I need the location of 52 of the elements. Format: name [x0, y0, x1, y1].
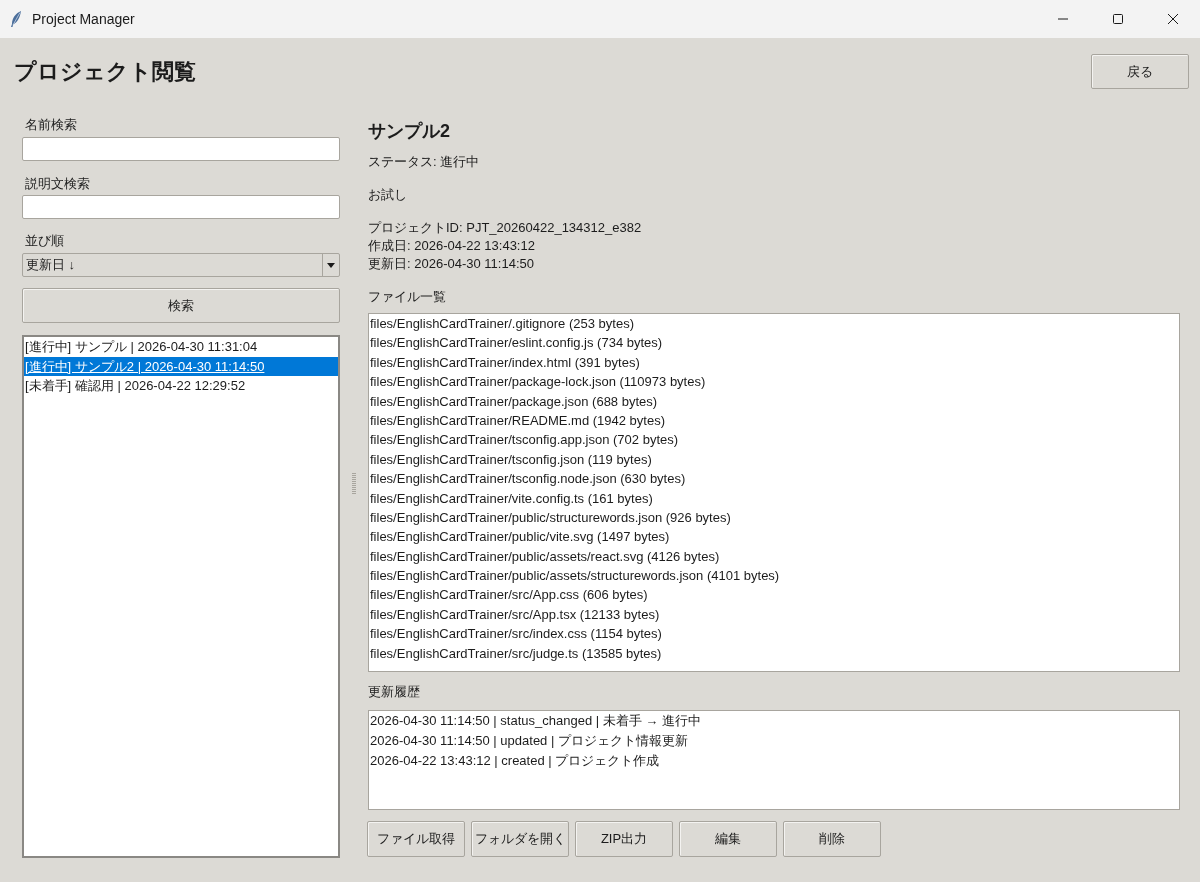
file-list-item[interactable]: files/EnglishCardTrainer/eslint.config.js (734 bytes) — [369, 333, 1179, 353]
input-field[interactable] — [22, 137, 340, 161]
grip-icon[interactable] — [352, 473, 356, 495]
file-list-item[interactable]: files/EnglishCardTrainer/public/assets/react.svg (4126 bytes) — [369, 546, 1179, 567]
file-list-item[interactable]: files/EnglishCardTrainer/vite.config.ts (161 bytes) — [369, 488, 1179, 508]
history-entry: 2026-04-22 13:43:12 | created | プロジェクト作成 — [369, 752, 661, 770]
file-list-item[interactable]: files/EnglishCardTrainer/package-lock.json (110973 bytes) — [369, 372, 1179, 392]
search-button[interactable]: 検索 — [22, 288, 340, 323]
file-list-item[interactable]: files/EnglishCardTrainer/public/structurewords.json (926 bytes) — [369, 507, 1179, 528]
action-button[interactable]: 編集 — [679, 821, 777, 857]
file-list-item[interactable]: files/EnglishCardTrainer/tsconfig.app.json (702 bytes) — [369, 430, 1179, 450]
file-list-item[interactable]: files/EnglishCardTrainer/src/judge.ts (13585 bytes) — [369, 643, 1179, 664]
section-label: 更新履歴 — [368, 683, 421, 701]
meta-text: プロジェクトID: PJT_20260422_134312_e382 — [368, 219, 643, 237]
project-list-item[interactable]: [未着手] 確認用 | 2026-04-22 12:29:52 — [24, 376, 338, 396]
project-title: サンプル2 — [368, 120, 451, 142]
action-button[interactable]: フォルダを開く — [471, 821, 569, 857]
window-title: Project Manager — [32, 10, 135, 28]
history-entry: 2026-04-30 11:14:50 | status_changed | 未着手 → 進行中 — [369, 712, 702, 730]
file-list-item[interactable]: files/EnglishCardTrainer/src/index.css (1154 bytes) — [369, 624, 1179, 644]
file-list-item[interactable]: files/EnglishCardTrainer/README.md (1942 bytes) — [369, 410, 1179, 431]
file-list-item[interactable]: files/EnglishCardTrainer/tsconfig.json (119 bytes) — [369, 449, 1179, 470]
file-list-item[interactable]: files/EnglishCardTrainer/tsconfig.node.json (630 bytes) — [369, 469, 1179, 489]
section-label: ファイル一覧 — [368, 288, 447, 306]
page-heading: プロジェクト閲覧 — [14, 58, 196, 86]
input-field[interactable] — [22, 195, 340, 219]
feather-icon — [10, 10, 22, 28]
meta-text: 更新日: 2026-04-30 11:14:50 — [368, 255, 535, 273]
field-label: 名前検索 — [25, 116, 78, 134]
action-button[interactable]: 削除 — [783, 821, 881, 857]
project-list-item[interactable]: [進行中] サンプル2 | 2026-04-30 11:14:50 — [24, 356, 338, 376]
file-list-item[interactable]: files/EnglishCardTrainer/index.html (391 bytes) — [369, 352, 1179, 373]
field-label: 並び順 — [25, 232, 65, 250]
file-list-item[interactable]: files/EnglishCardTrainer/public/assets/structurewords.json (4101 bytes) — [369, 566, 1179, 586]
maximize-icon — [1111, 13, 1124, 25]
sort-dropdown[interactable]: 更新日 ↓ — [22, 253, 340, 277]
history-entry: 2026-04-30 11:14:50 | updated | プロジェクト情報更新 — [369, 732, 689, 750]
close-icon — [1166, 13, 1179, 25]
project-list-item[interactable]: [進行中] サンプル | 2026-04-30 11:31:04 — [24, 337, 338, 357]
field-label: 説明文検索 — [25, 175, 91, 193]
file-list-item[interactable]: files/EnglishCardTrainer/public/vite.svg (1497 bytes) — [369, 527, 1179, 547]
file-list-item[interactable]: files/EnglishCardTrainer/.gitignore (253 bytes) — [369, 314, 1179, 334]
action-button[interactable]: ファイル取得 — [367, 821, 465, 857]
file-list-item[interactable]: files/EnglishCardTrainer/package.json (688 bytes) — [369, 391, 1179, 411]
status-text: ステータス: 進行中 — [368, 153, 481, 171]
meta-text: 作成日: 2026-04-22 13:43:12 — [368, 237, 536, 255]
file-list-item[interactable]: files/EnglishCardTrainer/src/App.css (606 bytes) — [369, 585, 1179, 605]
action-button[interactable]: ZIP出力 — [575, 821, 673, 857]
file-list-item[interactable]: files/EnglishCardTrainer/src/App.tsx (12133 bytes) — [369, 604, 1179, 625]
back-button[interactable]: 戻る — [1091, 54, 1189, 89]
caret-icon — [327, 262, 335, 268]
description-text: お試し — [368, 186, 408, 204]
